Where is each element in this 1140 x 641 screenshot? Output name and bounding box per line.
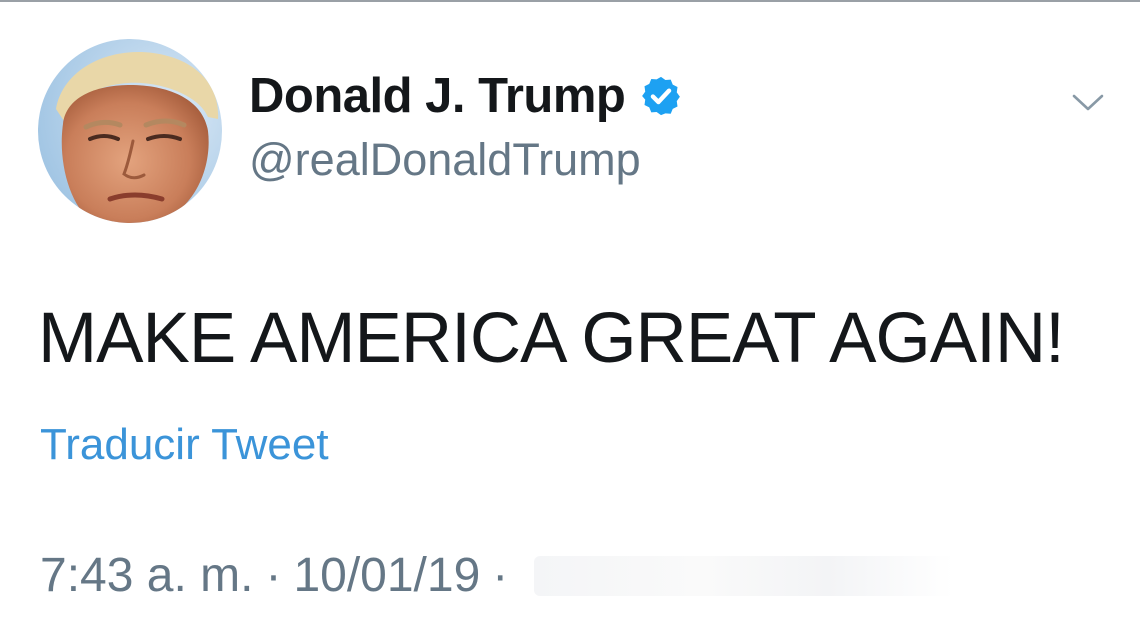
tweet-text: MAKE AMERICA GREAT AGAIN! [38,299,1065,378]
tweet-time[interactable]: 7:43 a. m. [40,548,253,603]
verified-badge-icon [639,74,683,118]
user-handle[interactable]: @realDonaldTrump [249,134,641,186]
obscured-source-label [534,555,955,596]
name-row: Donald J. Trump [249,66,683,126]
meta-separator-2: · [492,549,509,602]
chevron-down-icon[interactable] [1068,82,1108,122]
tweet-date[interactable]: 10/01/19 [293,548,480,603]
tweet-card: Donald J. Trump @realDonaldTrump MAKE AM… [0,0,1140,641]
tweet-metadata: 7:43 a. m. · 10/01/19 · [40,548,955,603]
translate-tweet-link[interactable]: Traducir Tweet [40,420,329,470]
meta-separator: · [265,549,282,602]
avatar-image [38,39,222,223]
display-name[interactable]: Donald J. Trump [249,68,626,124]
avatar[interactable] [38,39,222,223]
